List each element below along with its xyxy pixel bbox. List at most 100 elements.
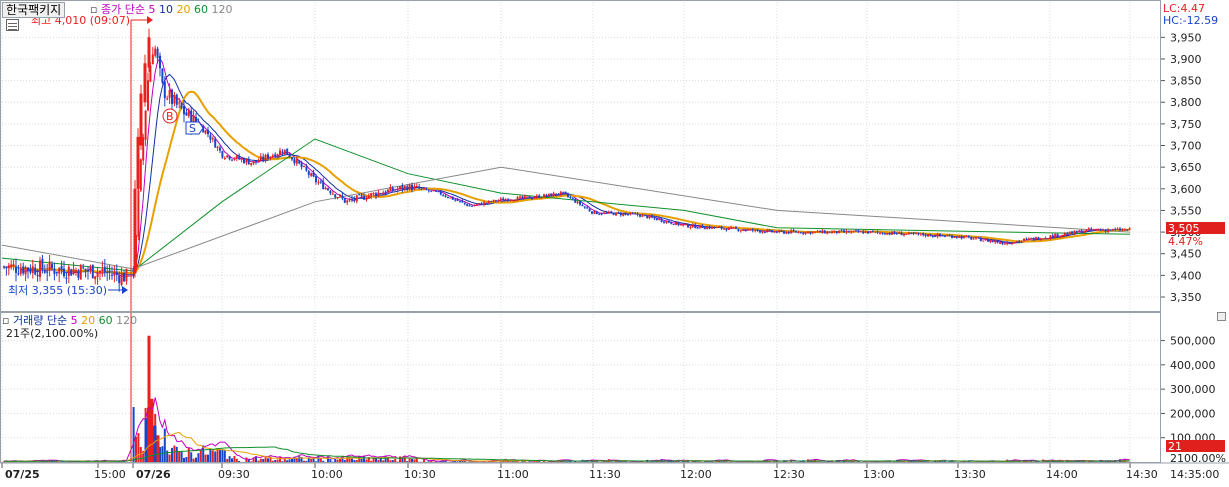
candle-body: [526, 196, 529, 198]
candle-body: [994, 241, 997, 243]
candle-body: [1056, 234, 1059, 237]
candle-body: [521, 196, 524, 198]
candle-body: [876, 231, 879, 233]
candle-body: [855, 230, 857, 232]
candle-body: [27, 267, 29, 271]
candle-body: [639, 214, 641, 217]
candle-body: [545, 194, 548, 196]
candle-body: [233, 158, 236, 160]
candle-body: [139, 93, 143, 146]
volume-bar: [259, 458, 262, 462]
candle-body: [907, 232, 910, 235]
legend-ma10: 10: [159, 3, 173, 16]
volume-panel-toggle-icon[interactable]: [1217, 312, 1226, 321]
candle-body: [900, 232, 903, 236]
candle-body: [843, 230, 845, 233]
stock-name[interactable]: 한국팩키지: [2, 2, 66, 18]
candle-body: [471, 205, 473, 207]
candle-body: [958, 236, 961, 238]
candle-body: [739, 230, 742, 232]
candle-body: [108, 270, 111, 273]
volume-bar: [473, 461, 476, 462]
candle-body: [1102, 229, 1105, 231]
candle-body: [36, 274, 39, 277]
candle-body: [984, 239, 987, 241]
candle-body: [355, 195, 358, 202]
volume-bar: [322, 460, 325, 462]
candle-body: [797, 231, 800, 233]
candle-body: [862, 231, 865, 234]
candle-body: [519, 196, 521, 198]
candle-body: [15, 266, 17, 273]
candle-body: [262, 156, 265, 160]
candle-body: [466, 204, 469, 206]
candle-body: [511, 200, 514, 202]
candle-body: [370, 193, 373, 197]
candle-body: [252, 161, 255, 164]
candle-body: [312, 172, 315, 177]
candle-body: [999, 242, 1001, 244]
candle-body: [617, 212, 620, 214]
candle-body: [418, 186, 421, 189]
grid-icon[interactable]: [6, 19, 19, 31]
candle-body: [427, 190, 430, 192]
volume-bar: [238, 460, 241, 462]
volume-bar: [245, 457, 248, 462]
time-label: 14:30: [1126, 468, 1158, 481]
candle-body: [535, 195, 538, 198]
volume-bar: [271, 460, 274, 462]
candle-body: [1001, 242, 1004, 245]
candle-body: [475, 204, 478, 206]
candle-body: [821, 230, 824, 233]
volume-bar: [389, 460, 392, 462]
candle-body: [552, 193, 555, 197]
candle-body: [773, 231, 776, 233]
stock-chart[interactable]: 3,950 3,900 3,850 3,800 3,750 3,700 3,650 3,600…: [0, 0, 1229, 487]
volume-bar: [228, 456, 231, 462]
time-label: 13:30: [954, 468, 986, 481]
candle-body: [605, 212, 608, 214]
candle-body: [850, 231, 853, 233]
candle-body: [624, 213, 627, 215]
candle-body: [58, 267, 61, 274]
volume-bar: [171, 447, 173, 462]
candle-body: [228, 156, 231, 160]
candle-body: [420, 188, 423, 190]
candle-body: [502, 198, 505, 201]
volume-bar: [235, 458, 238, 462]
candle-body: [171, 89, 173, 105]
candle-body: [411, 184, 413, 190]
candle-body: [835, 231, 838, 233]
volume-bar: [219, 448, 221, 462]
candle-body: [792, 230, 795, 232]
candle-body: [838, 230, 841, 234]
candle-body: [288, 154, 291, 158]
candle-body: [574, 199, 577, 203]
candle-body: [588, 208, 591, 212]
price-tick-label: 3,850: [1170, 75, 1202, 88]
volume-bar: [353, 460, 356, 462]
candle-body: [627, 214, 629, 216]
candle-body: [646, 215, 649, 219]
candle-body: [384, 191, 387, 194]
candle-body: [339, 195, 341, 197]
volume-bar: [173, 445, 176, 462]
candle-body: [1030, 238, 1033, 240]
candle-body: [336, 197, 339, 199]
volume-bar: [339, 458, 341, 462]
volume-legend-ma120: 120: [116, 314, 137, 327]
candle-body: [761, 231, 764, 233]
candle-body: [1044, 238, 1047, 240]
price-tick-label: 3,450: [1170, 248, 1202, 261]
candle-body: [495, 200, 497, 202]
legend-ma60: 60: [194, 3, 208, 16]
candle-body: [240, 158, 243, 160]
candle-body: [965, 236, 968, 238]
candle-body: [660, 218, 663, 222]
candle-body: [346, 200, 349, 203]
candle-body: [898, 232, 901, 235]
price-ma-legend: ▫ 종가 단순 5 10 20 60 120: [90, 3, 232, 16]
legend-ma20: 20: [176, 3, 190, 16]
candle-body: [291, 157, 293, 160]
candle-body: [39, 260, 41, 278]
